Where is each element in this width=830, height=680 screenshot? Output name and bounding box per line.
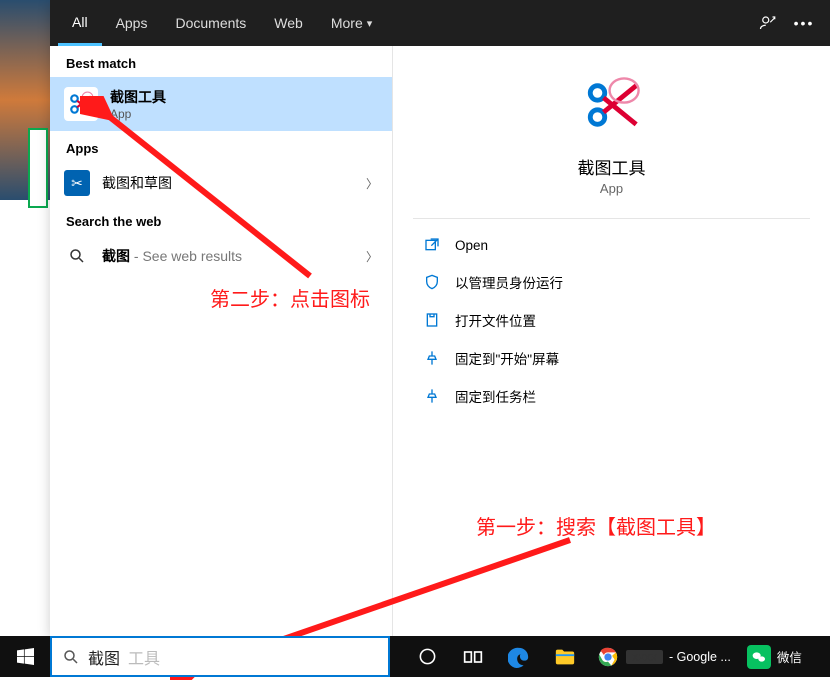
wechat-taskbar-item[interactable]: 微信	[739, 636, 810, 677]
search-panel: All Apps Documents Web More ••• Best mat…	[50, 0, 830, 636]
preview-title: 截图工具	[578, 154, 646, 179]
web-row-label: 截图 - See web results	[102, 246, 242, 266]
folder-icon	[554, 646, 576, 668]
best-match-row[interactable]: 截图工具 App	[50, 77, 392, 131]
tab-more[interactable]: More	[317, 0, 386, 46]
preview-sub: App	[600, 181, 623, 196]
search-icon	[62, 648, 80, 666]
action-open[interactable]: Open	[393, 227, 830, 263]
folder-icon	[423, 311, 441, 329]
tab-web[interactable]: Web	[260, 0, 317, 46]
action-pin-taskbar[interactable]: 固定到任务栏	[393, 377, 830, 415]
section-apps: Apps	[50, 131, 392, 162]
search-value: 截图	[88, 645, 120, 669]
pin-start-icon	[423, 349, 441, 367]
tab-documents[interactable]: Documents	[161, 0, 260, 46]
windows-icon	[17, 648, 34, 665]
search-placeholder: 工具	[128, 645, 160, 669]
edge-icon	[508, 646, 530, 668]
search-tabs: All Apps Documents Web More •••	[50, 0, 830, 46]
more-options-icon[interactable]: •••	[786, 0, 822, 46]
search-body: Best match 截图工具 App Apps ✂ 截图和草图 〉 Searc…	[50, 46, 830, 636]
desktop-card	[28, 128, 48, 208]
divider	[413, 218, 810, 219]
app-row-0-label: 截图和草图	[102, 173, 172, 193]
wechat-label: 微信	[777, 647, 802, 666]
preview-actions: Open 以管理员身份运行 打开文件位置 固定到"开始"屏幕 固定到任务栏	[393, 227, 830, 415]
chrome-title-redacted: xxxx	[626, 650, 663, 664]
circle-icon	[418, 647, 437, 666]
action-pin-start[interactable]: 固定到"开始"屏幕	[393, 339, 830, 377]
chrome-label: - Google ...	[669, 650, 731, 664]
task-view-icon	[463, 647, 483, 667]
explorer-button[interactable]	[542, 636, 588, 677]
preview-column: 截图工具 App Open 以管理员身份运行 打开文件位置 固定到	[393, 46, 830, 636]
tab-all[interactable]: All	[58, 0, 102, 46]
results-column: Best match 截图工具 App Apps ✂ 截图和草图 〉 Searc…	[50, 46, 393, 636]
action-open-location-label: 打开文件位置	[455, 310, 536, 330]
chevron-right-icon: 〉	[366, 175, 378, 192]
taskbar: 截图工具 xxxx - Google ... 微信	[0, 636, 830, 677]
taskbar-search[interactable]: 截图工具	[50, 636, 390, 677]
web-suffix: - See web results	[130, 248, 242, 264]
section-best-match: Best match	[50, 46, 392, 77]
chrome-icon	[596, 645, 620, 669]
tab-apps[interactable]: Apps	[102, 0, 162, 46]
shield-icon	[423, 273, 441, 291]
chrome-taskbar-item[interactable]: xxxx - Google ...	[588, 636, 739, 677]
action-open-location[interactable]: 打开文件位置	[393, 301, 830, 339]
snip-sketch-icon: ✂	[64, 170, 90, 196]
section-web: Search the web	[50, 204, 392, 235]
action-run-admin[interactable]: 以管理员身份运行	[393, 263, 830, 301]
pin-taskbar-icon	[423, 387, 441, 405]
web-prefix: 截图	[102, 248, 130, 264]
best-match-title: 截图工具	[110, 87, 166, 107]
action-pin-start-label: 固定到"开始"屏幕	[455, 348, 559, 368]
start-button[interactable]	[0, 636, 50, 677]
open-icon	[423, 236, 441, 254]
chevron-right-icon: 〉	[366, 248, 378, 265]
web-row[interactable]: 截图 - See web results 〉	[50, 235, 392, 277]
preview-scissors-icon	[577, 70, 647, 140]
action-open-label: Open	[455, 238, 488, 253]
cortana-button[interactable]	[404, 636, 450, 677]
search-icon	[64, 243, 90, 269]
scissors-icon	[64, 87, 98, 121]
edge-button[interactable]	[496, 636, 542, 677]
action-pin-taskbar-label: 固定到任务栏	[455, 386, 536, 406]
app-row-0[interactable]: ✂ 截图和草图 〉	[50, 162, 392, 204]
task-view-button[interactable]	[450, 636, 496, 677]
action-run-admin-label: 以管理员身份运行	[455, 272, 563, 292]
feedback-icon[interactable]	[750, 0, 786, 46]
wechat-icon	[747, 645, 771, 669]
best-match-sub: App	[110, 107, 166, 121]
